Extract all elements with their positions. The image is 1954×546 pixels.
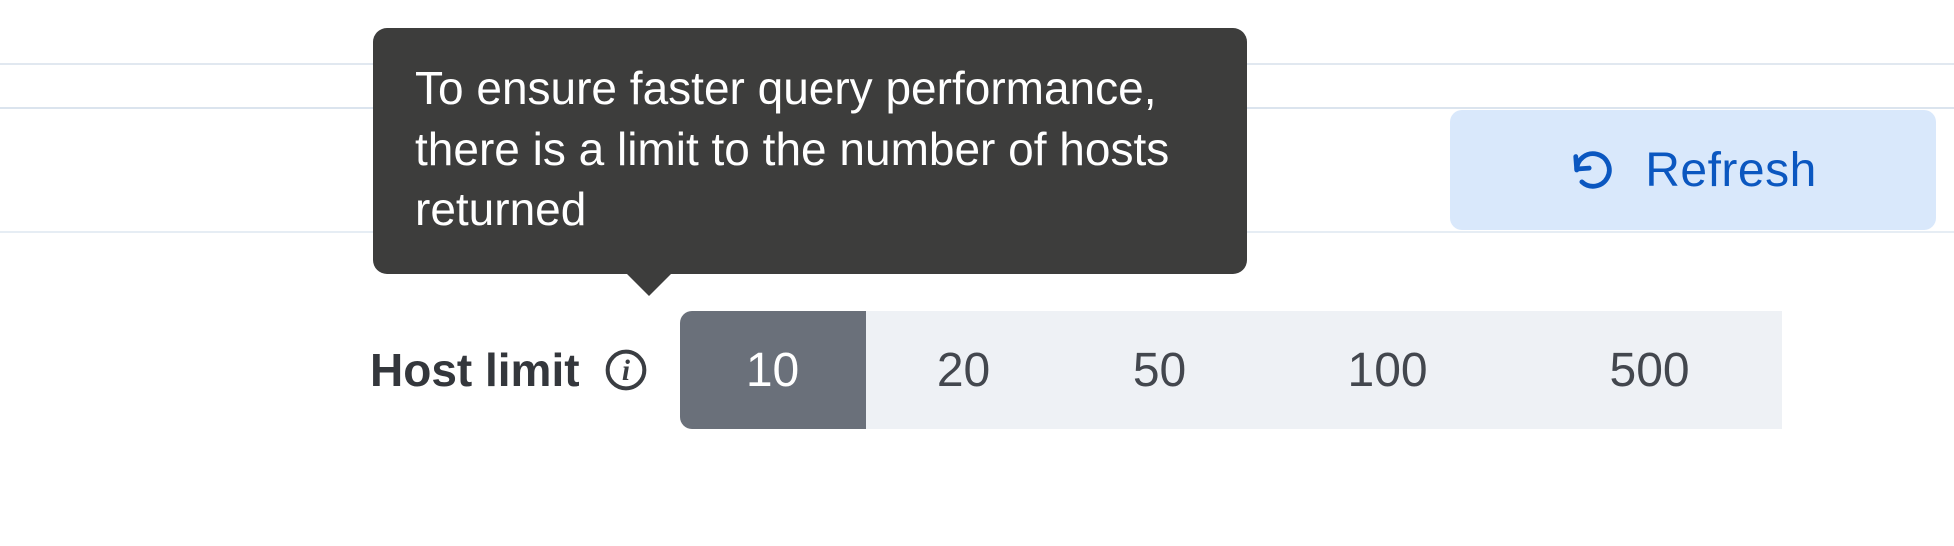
host-limit-option-100[interactable]: 100	[1258, 311, 1518, 429]
host-limit-option-10[interactable]: 10	[680, 311, 866, 429]
tooltip-text: To ensure faster query performance, ther…	[415, 62, 1169, 235]
host-limit-tooltip: To ensure faster query performance, ther…	[373, 28, 1247, 274]
tooltip-arrow	[625, 272, 673, 296]
host-limit-option-500[interactable]: 500	[1518, 311, 1782, 429]
host-limit-label: Host limit	[370, 343, 580, 397]
host-limit-segmented: 10 20 50 100 500	[680, 311, 1936, 429]
refresh-label: Refresh	[1645, 143, 1817, 198]
refresh-button[interactable]: Refresh	[1450, 110, 1936, 230]
host-limit-control: Host limit i 10 20 50 100 500	[370, 306, 1936, 434]
host-limit-option-20[interactable]: 20	[866, 311, 1062, 429]
refresh-icon	[1569, 146, 1617, 194]
host-limit-option-50[interactable]: 50	[1062, 311, 1258, 429]
svg-text:i: i	[621, 355, 630, 387]
info-icon[interactable]: i	[602, 346, 650, 394]
